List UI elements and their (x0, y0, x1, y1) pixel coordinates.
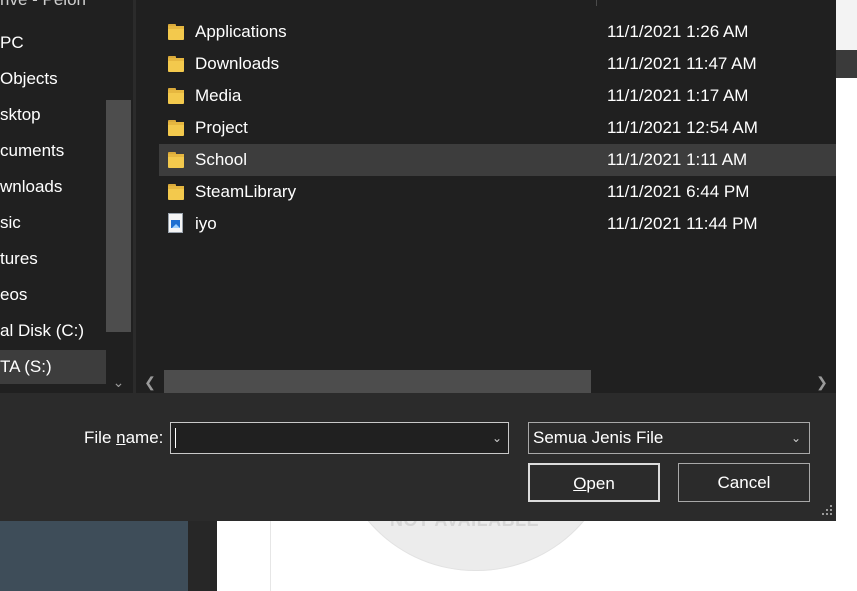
file-date-modified: 11/1/2021 6:44 PM (607, 182, 750, 201)
filename-combobox[interactable]: ⌄ (170, 422, 509, 454)
file-row[interactable]: Project 11/1/2021 12:54 AM (159, 112, 836, 144)
file-name: Project (195, 118, 248, 137)
nav-item[interactable]: tures (0, 242, 106, 276)
background-right-panel (836, 78, 857, 591)
nav-item[interactable]: sktop (0, 98, 106, 132)
nav-item[interactable]: eos (0, 278, 106, 312)
file-name: SteamLibrary (195, 182, 297, 201)
file-date-modified: 11/1/2021 11:44 PM (607, 214, 758, 233)
filetype-value: Semua Jenis File (533, 428, 664, 447)
nav-scrollbar[interactable]: ⌄ (106, 0, 133, 393)
nav-item[interactable]: cuments (0, 134, 106, 168)
nav-item-label: eos (0, 285, 28, 304)
chevron-down-icon[interactable]: ⌄ (785, 423, 807, 453)
navigation-pane: rive - Pelon PC Objects sktop cuments wnload… (0, 0, 133, 393)
file-date-modified: 11/1/2021 1:11 AM (607, 150, 748, 169)
cancel-button[interactable]: Cancel (678, 463, 810, 502)
file-open-dialog: rive - Pelon PC Objects sktop cuments wnload… (0, 0, 836, 521)
image-file-icon (167, 213, 185, 233)
filename-input[interactable] (173, 425, 490, 451)
file-list: Applications 11/1/2021 1:26 AM Downloads 11… (136, 0, 836, 393)
file-row[interactable]: iyo 11/1/2021 11:44 PM (159, 208, 836, 240)
nav-item-label: wnloads (0, 177, 63, 196)
file-date-modified: 11/1/2021 12:54 AM (607, 118, 758, 137)
nav-item[interactable]: Objects (0, 62, 106, 96)
chevron-left-icon[interactable]: ❮ (142, 372, 158, 392)
file-name: Media (195, 86, 242, 105)
folder-icon (167, 119, 185, 137)
nav-item[interactable]: TA (S:) (0, 350, 106, 384)
folder-icon (167, 23, 185, 41)
file-row[interactable]: School 11/1/2021 1:11 AM (159, 144, 836, 176)
nav-scrollbar-thumb[interactable] (106, 100, 131, 332)
horizontal-scrollbar-thumb[interactable] (164, 370, 591, 393)
file-name: Downloads (195, 54, 280, 73)
background-slate-panel (0, 521, 188, 591)
nav-item-label: sktop (0, 105, 41, 124)
folder-icon (167, 183, 185, 201)
nav-item-label: cuments (0, 141, 65, 160)
file-row[interactable]: SteamLibrary 11/1/2021 6:44 PM (159, 176, 836, 208)
nav-item[interactable]: sic (0, 206, 106, 240)
nav-item-onedrive[interactable]: rive - Pelon (0, 0, 86, 10)
nav-item[interactable]: wnloads (0, 170, 106, 204)
chevron-down-icon[interactable]: ⌄ (486, 423, 508, 453)
file-name: iyo (195, 214, 217, 233)
file-row[interactable]: Downloads 11/1/2021 11:47 AM (159, 48, 836, 80)
background-dark-strip (836, 50, 857, 78)
file-name: School (195, 150, 247, 169)
folder-icon (167, 87, 185, 105)
background-divider (270, 521, 271, 591)
folder-icon (167, 151, 185, 169)
nav-item-label: al Disk (C:) (0, 321, 85, 340)
file-date-modified: 11/1/2021 1:26 AM (607, 22, 749, 41)
file-name: Applications (195, 22, 287, 41)
horizontal-scrollbar[interactable]: ❮ ❯ (136, 370, 836, 393)
nav-item[interactable]: al Disk (C:) (0, 314, 106, 348)
resize-grip-icon[interactable] (820, 505, 834, 519)
nav-item-label: TA (S:) (0, 357, 52, 376)
open-button[interactable]: Open (528, 463, 660, 502)
chevron-right-icon[interactable]: ❯ (814, 372, 830, 392)
folder-icon (167, 55, 185, 73)
text-caret (175, 428, 176, 448)
background-dark-column (188, 521, 217, 591)
file-date-modified: 11/1/2021 1:17 AM (607, 86, 749, 105)
nav-item[interactable]: PC (0, 26, 106, 60)
file-date-modified: 11/1/2021 11:47 AM (607, 54, 757, 73)
nav-item-label: tures (0, 249, 38, 268)
chevron-down-icon[interactable]: ⌄ (106, 372, 131, 392)
nav-item-label: sic (0, 213, 21, 232)
column-divider[interactable] (596, 0, 597, 6)
filename-label: File name: (84, 428, 164, 447)
file-row[interactable]: Media 11/1/2021 1:17 AM (159, 80, 836, 112)
nav-item-label: PC (0, 33, 24, 52)
nav-item-label: Objects (0, 69, 58, 88)
file-row[interactable]: Applications 11/1/2021 1:26 AM (159, 16, 836, 48)
filetype-select[interactable]: Semua Jenis File ⌄ (528, 422, 810, 454)
